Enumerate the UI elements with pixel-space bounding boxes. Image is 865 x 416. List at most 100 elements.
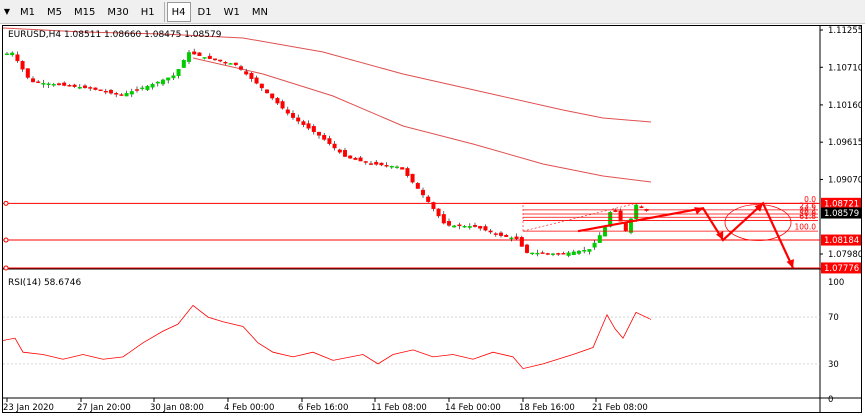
candlestick <box>421 189 426 196</box>
rsi-tick-label: 100 <box>828 278 844 288</box>
timeframe-h1-button[interactable]: H1 <box>136 2 160 22</box>
timeframe-d1-button[interactable]: D1 <box>193 2 217 22</box>
candlestick <box>369 163 374 165</box>
candlestick <box>322 134 327 140</box>
candlestick <box>410 173 415 183</box>
price-tick-label: 1.07980 <box>828 250 862 260</box>
chart-window[interactable]: 0.0 23.6 38.2 50.0 61.8 100.0 1.11255 1.10710 1.… <box>2 25 862 413</box>
candlestick <box>31 78 36 83</box>
candlestick <box>400 167 405 170</box>
candlestick <box>223 61 228 64</box>
candlestick <box>571 251 576 255</box>
candlestick <box>447 221 452 226</box>
candlestick <box>457 224 462 227</box>
candlestick <box>265 89 270 94</box>
rsi-header: RSI(14) 58.6746 <box>8 278 82 288</box>
candlestick <box>540 252 545 254</box>
candlestick <box>228 63 233 65</box>
candlestick <box>192 51 197 55</box>
timeframe-h4-button[interactable]: H4 <box>166 2 191 22</box>
candlestick <box>530 252 535 255</box>
candlestick <box>587 249 592 252</box>
candlestick <box>426 196 431 202</box>
price-tick-label: 1.10160 <box>828 101 862 111</box>
candlestick <box>525 244 530 253</box>
price-tick-label: 1.09615 <box>828 138 862 148</box>
candlestick <box>67 85 72 87</box>
candlestick <box>72 84 77 87</box>
timeframe-m15-button[interactable]: M15 <box>69 2 100 22</box>
candlestick <box>332 143 337 149</box>
candlestick <box>504 235 509 237</box>
candlestick <box>212 58 217 61</box>
candlestick <box>566 252 571 256</box>
timeframe-mn-button[interactable]: MN <box>247 2 273 22</box>
candlestick <box>551 253 556 255</box>
candlestick <box>207 55 212 59</box>
price-tick-label: 1.09070 <box>828 175 862 185</box>
price-tick-label: 1.11255 <box>828 26 862 36</box>
candlestick <box>150 83 155 88</box>
symbol-header: EURUSD,H4 1.08511 1.08660 1.08475 1.0857… <box>8 30 222 40</box>
moving-average-slow <box>3 27 652 123</box>
fib-level-label: 61.8 <box>799 212 816 221</box>
candlestick <box>270 93 275 99</box>
level-anchor-icon <box>3 200 9 206</box>
candlestick <box>36 81 41 83</box>
candlestick <box>483 226 488 231</box>
time-tick-label: 14 Feb 00:00 <box>445 403 501 413</box>
timeframe-m1-button[interactable]: M1 <box>15 2 40 22</box>
candlestick <box>473 224 478 227</box>
candlestick <box>514 236 519 239</box>
candlestick <box>317 131 322 136</box>
candlestick <box>441 214 446 224</box>
candlestick <box>244 71 249 75</box>
candlestick <box>114 92 119 95</box>
candlestick <box>20 61 25 70</box>
timeframe-m5-button[interactable]: M5 <box>42 2 67 22</box>
candlestick <box>545 253 550 255</box>
candlestick <box>597 235 602 243</box>
candlestick <box>348 155 353 159</box>
level-anchor-icon <box>3 265 9 271</box>
candlestick <box>379 162 384 166</box>
fib-level-label: 100.0 <box>795 223 817 232</box>
candlestick <box>327 138 332 144</box>
candlestick <box>301 121 306 125</box>
candlestick <box>436 208 441 217</box>
candlestick <box>488 230 493 233</box>
candlestick <box>51 84 56 86</box>
time-tick-label: 11 Feb 08:00 <box>371 403 427 413</box>
moving-average-fast <box>192 57 652 183</box>
candlestick <box>415 183 420 189</box>
candlestick <box>145 85 150 91</box>
candlestick <box>88 87 93 89</box>
candlestick <box>592 242 597 248</box>
candlestick <box>181 60 186 68</box>
candlestick <box>218 59 223 62</box>
candlestick <box>493 233 498 235</box>
candlestick <box>431 202 436 210</box>
candlestick <box>462 225 467 228</box>
candlestick <box>478 226 483 229</box>
candlestick <box>353 157 358 160</box>
candlestick <box>186 52 191 62</box>
toolbar-separator <box>163 2 165 22</box>
time-tick-label: 18 Feb 16:00 <box>519 403 575 413</box>
candlestick <box>280 101 285 109</box>
candlestick <box>140 87 145 90</box>
candlestick <box>238 66 243 70</box>
price-tick-label: 1.10710 <box>828 63 862 73</box>
candlestick <box>160 79 165 85</box>
timeframe-group: M1 M5 M15 M30 H1 H4 D1 W1 MN <box>15 2 275 22</box>
timeframe-m30-button[interactable]: M30 <box>102 2 133 22</box>
triangle-down-icon[interactable]: ▼ <box>2 6 12 18</box>
candlestick <box>306 123 311 129</box>
timeframe-w1-button[interactable]: W1 <box>219 2 245 22</box>
price-marker-label: 1.08184 <box>824 236 859 246</box>
candlestick <box>285 109 290 114</box>
chart-canvas[interactable]: 0.023.638.250.061.8100.01.112551.107101.… <box>3 26 862 413</box>
candlestick <box>556 253 561 255</box>
candlestick <box>93 87 98 90</box>
candlestick <box>275 98 280 104</box>
